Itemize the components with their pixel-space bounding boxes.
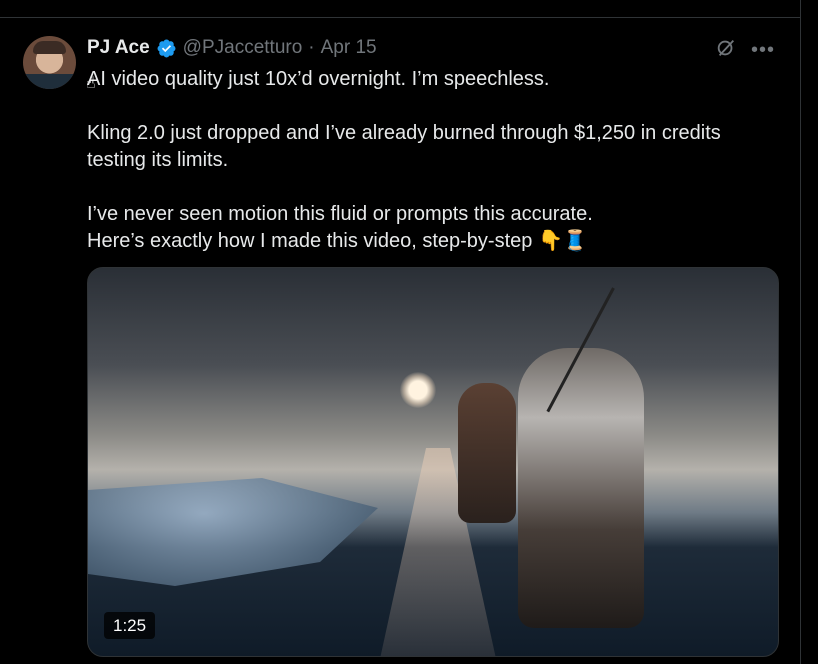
video-sun: [400, 372, 436, 408]
tweet-header: PJ Ace @PJaccetturo · Apr 15: [87, 36, 377, 60]
author-name[interactable]: PJ Ace: [87, 37, 150, 59]
tweet-text: AI video quality just 10x’d overnight. I…: [87, 68, 721, 252]
more-icon[interactable]: •••: [751, 40, 775, 60]
verified-badge-icon: [156, 38, 177, 59]
video-figure-front: [518, 348, 644, 628]
video-figure-back: [458, 383, 516, 523]
mouse-cursor-icon: ☝: [86, 75, 96, 92]
separator-dot: ·: [308, 37, 315, 58]
right-divider: [800, 0, 801, 664]
grok-icon[interactable]: [715, 37, 737, 63]
top-divider: [0, 17, 800, 18]
video-ice: [88, 478, 378, 586]
author-handle[interactable]: @PJaccetturo: [183, 37, 303, 59]
tweet-actions: •••: [715, 37, 775, 63]
avatar[interactable]: [23, 36, 76, 89]
video-player[interactable]: [87, 267, 779, 657]
video-duration: 1:25: [104, 612, 156, 639]
tweet-date[interactable]: Apr 15: [321, 37, 377, 59]
